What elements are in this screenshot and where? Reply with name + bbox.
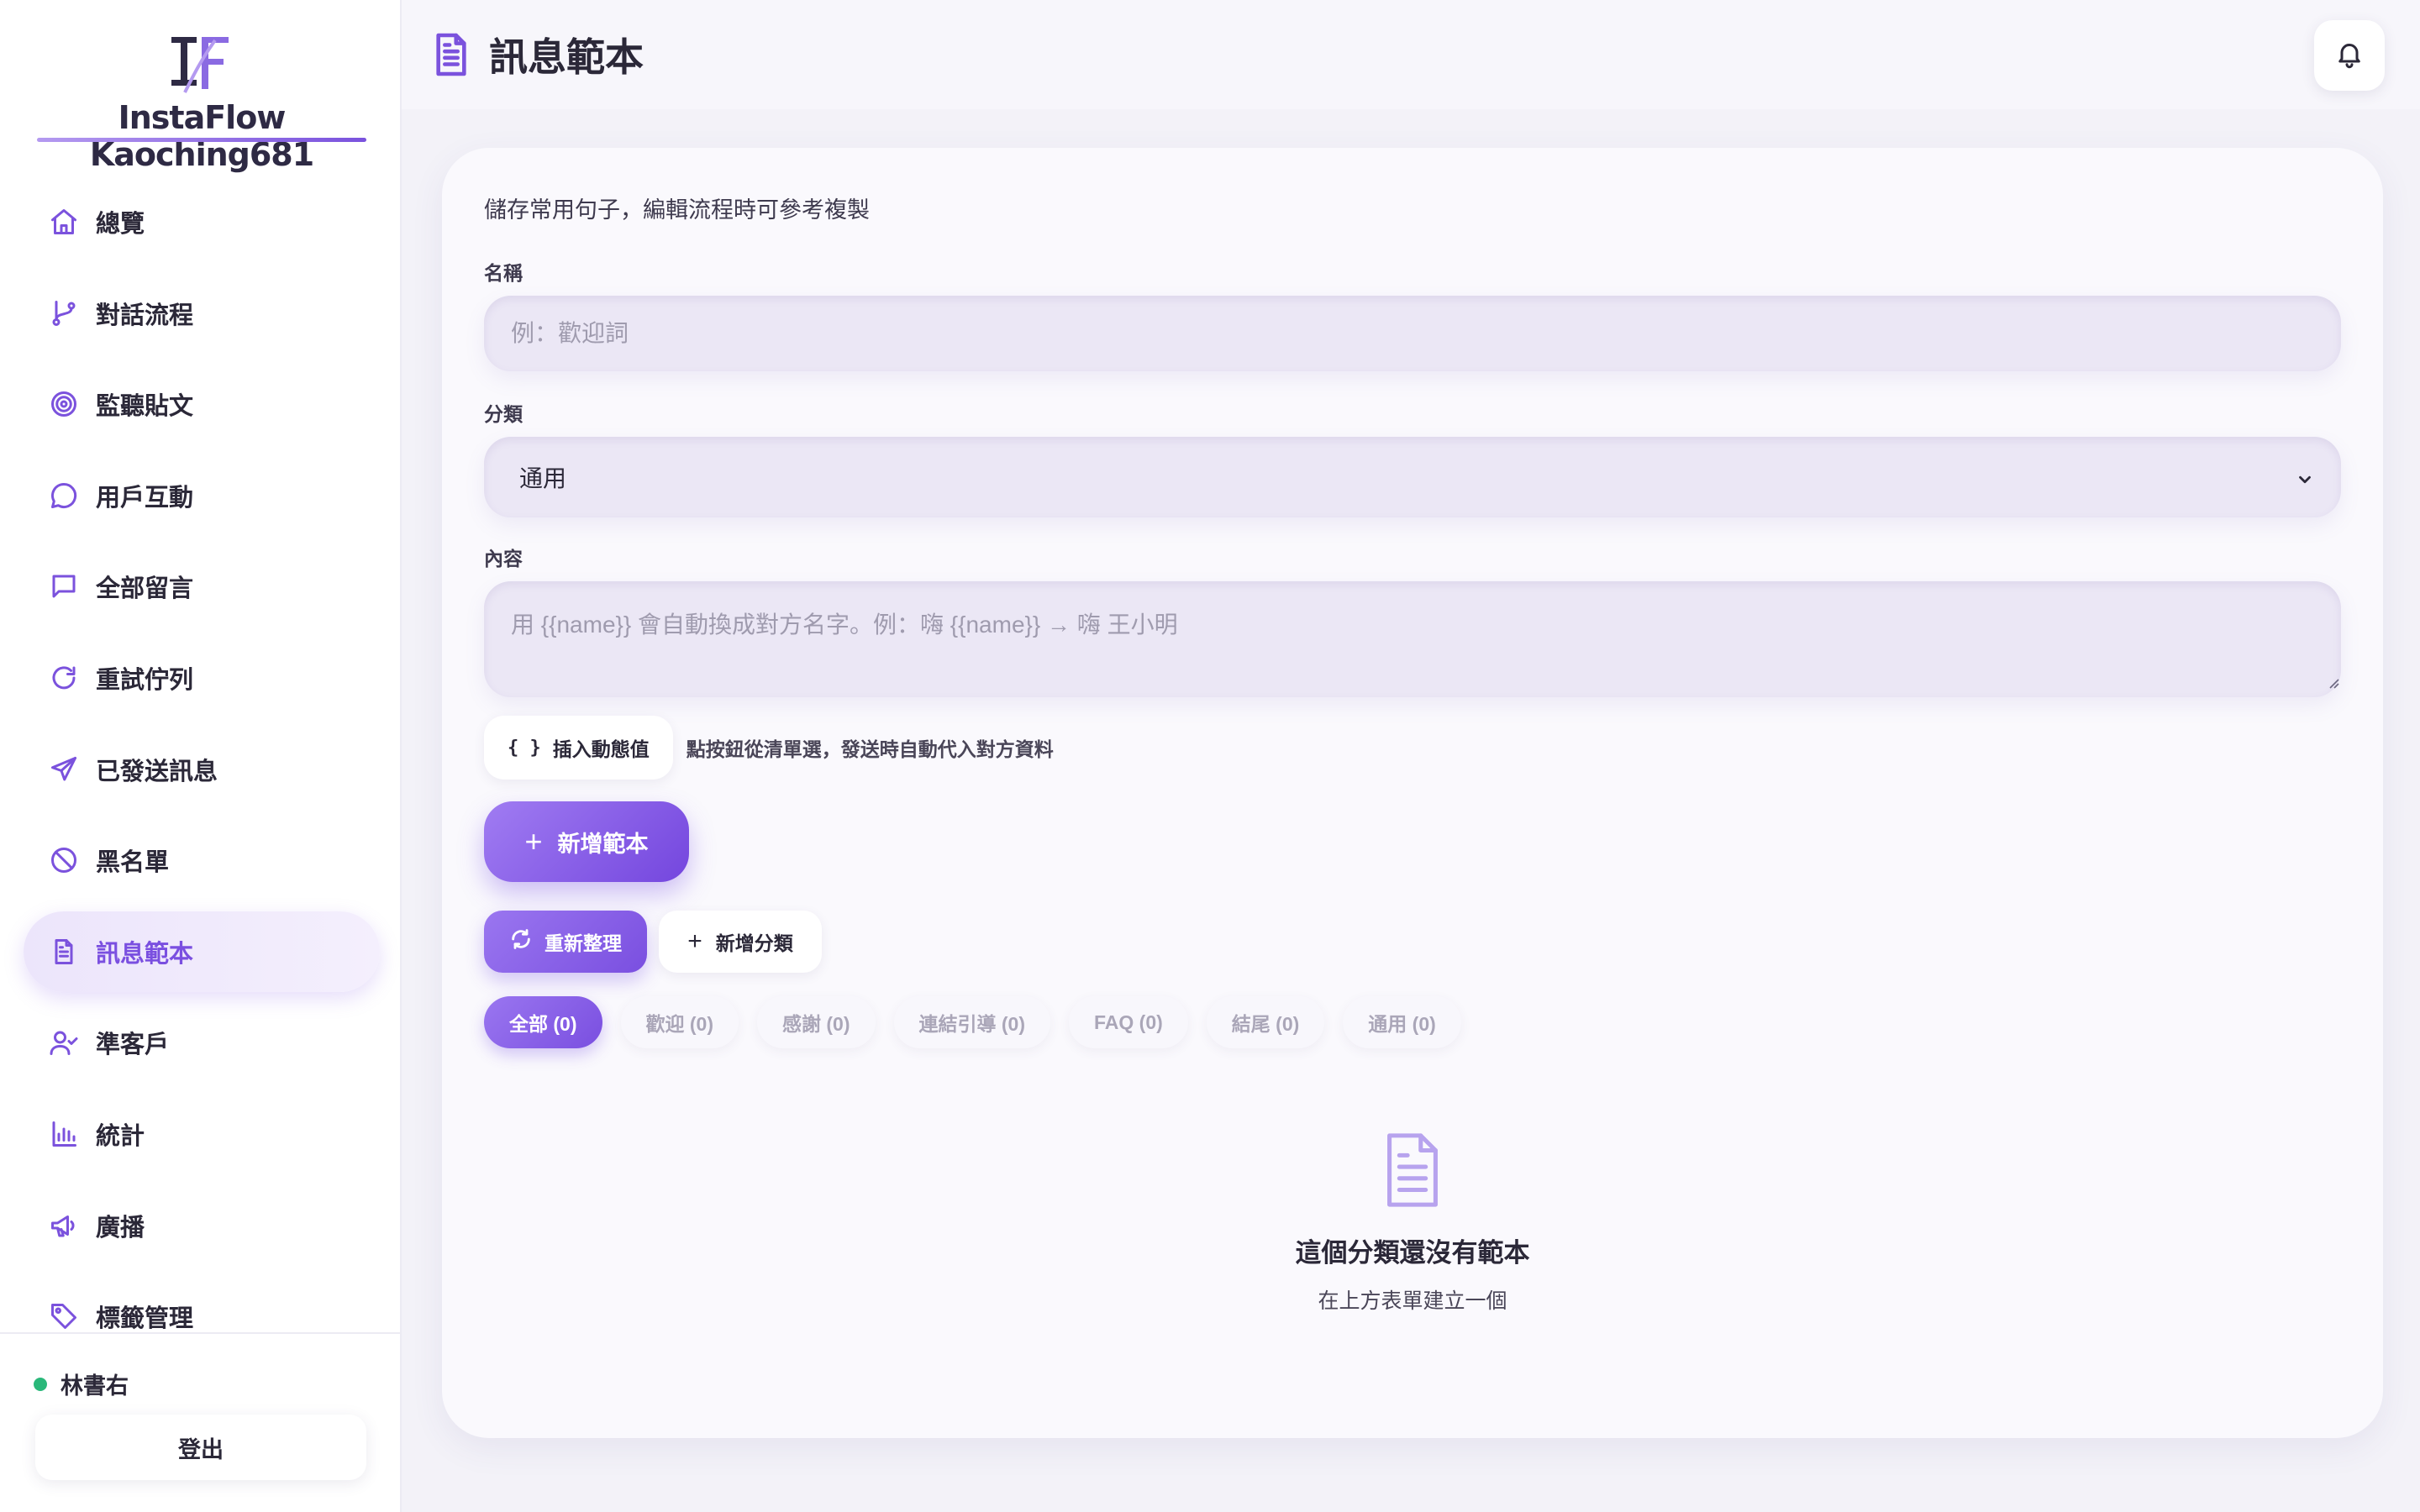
name-label: 名稱 (484, 262, 523, 284)
sidebar-item-label: 黑名單 (96, 848, 170, 877)
bell-icon (2334, 39, 2365, 73)
brand-logo[interactable]: InstaFlow Kaoching681 (34, 34, 370, 173)
content-label: 內容 (484, 548, 523, 570)
sidebar-footer: 林書右 登出 (0, 1332, 400, 1512)
category-selected-value: 通用 (519, 465, 567, 491)
empty-state: 這個分類還沒有範本 在上方表單建立一個 (442, 1131, 2383, 1315)
filter-chip-faq[interactable]: FAQ (0) (1069, 996, 1188, 1048)
git-branch-icon (49, 298, 79, 328)
filter-chip-closing[interactable]: 結尾 (0) (1206, 996, 1325, 1048)
sidebar-item-label: 訊息範本 (96, 938, 194, 968)
brand-name: InstaFlow Kaoching681 (89, 99, 314, 173)
insert-dynamic-row: { } 插入動態值 點按鈕從清單選，發送時自動代入對方資料 (484, 716, 1054, 780)
ban-icon (49, 845, 79, 875)
filter-chip-welcome[interactable]: 歡迎 (0) (620, 996, 739, 1048)
bar-chart-icon (49, 1119, 79, 1149)
content-textarea[interactable] (484, 581, 2341, 697)
sidebar-item-retry-queue[interactable]: 重試佇列 (24, 638, 380, 718)
notifications-button[interactable] (2314, 20, 2385, 91)
brand-mark-icon (168, 34, 232, 94)
sidebar-item-overview[interactable]: 總覽 (24, 181, 380, 262)
braces-icon: { } (508, 737, 541, 759)
add-template-label: 新增範本 (557, 831, 649, 857)
name-input[interactable] (484, 296, 2341, 371)
sidebar-item-label: 監聽貼文 (96, 391, 194, 421)
user-name: 林書右 (60, 1373, 129, 1399)
user-check-icon (49, 1027, 79, 1058)
send-icon (49, 754, 79, 785)
home-icon (49, 207, 79, 237)
sidebar-item-comments[interactable]: 全部留言 (24, 546, 380, 627)
insert-button-label: 插入動態值 (552, 738, 650, 760)
sidebar-item-label: 準客戶 (96, 1030, 170, 1059)
sidebar-item-label: 重試佇列 (96, 664, 194, 694)
category-label: 分類 (484, 403, 523, 425)
sidebar-item-flows[interactable]: 對話流程 (24, 273, 380, 354)
sidebar-item-monitor-posts[interactable]: 監聽貼文 (24, 364, 380, 444)
page-title: 訊息範本 (489, 34, 644, 80)
sidebar-item-label: 廣播 (96, 1212, 145, 1242)
sidebar-item-label: 對話流程 (96, 300, 194, 329)
insert-hint: 點按鈕從清單選，發送時自動代入對方資料 (686, 738, 1054, 760)
empty-state-subtitle: 在上方表單建立一個 (1318, 1289, 1507, 1313)
add-template-button[interactable]: + 新增範本 (484, 801, 689, 882)
intro-text: 儲存常用句子，編輯流程時可參考複製 (484, 197, 870, 223)
refresh-icon (49, 663, 79, 693)
refresh-label: 重新整理 (544, 932, 622, 954)
filter-chip-link-guide[interactable]: 連結引導 (0) (893, 996, 1050, 1048)
filter-chip-general[interactable]: 通用 (0) (1343, 996, 1461, 1048)
add-category-label: 新增分類 (715, 932, 793, 954)
sidebar-item-stats[interactable]: 統計 (24, 1094, 380, 1174)
template-card: 儲存常用句子，編輯流程時可參考複製 名稱 分類 通用 內容 { } 插入動態值 … (442, 148, 2383, 1438)
message-square-icon (49, 571, 79, 601)
megaphone-icon (49, 1210, 79, 1241)
sidebar-item-leads[interactable]: 準客戶 (24, 1002, 380, 1083)
chat-bubble-icon (49, 480, 79, 511)
brand-underline (37, 138, 366, 142)
sidebar-nav: 總覽 對話流程 監聽貼文 用戶互動 全部留言 重試佇列 已發送訊息 黑名單 訊息… (24, 181, 380, 1368)
plus-icon: + (524, 824, 543, 858)
resize-handle-icon[interactable] (2328, 677, 2339, 689)
target-icon (49, 389, 79, 419)
filter-chip-thanks[interactable]: 感謝 (0) (757, 996, 876, 1048)
chevron-down-icon (2296, 468, 2314, 486)
refresh-button[interactable]: 重新整理 (484, 911, 647, 973)
insert-dynamic-value-button[interactable]: { } 插入動態值 (484, 716, 673, 780)
add-category-button[interactable]: + 新增分類 (659, 911, 822, 973)
sidebar-item-blacklist[interactable]: 黑名單 (24, 820, 380, 900)
top-header: 訊息範本 (402, 0, 2420, 109)
category-select[interactable]: 通用 (484, 437, 2341, 517)
category-filter-tabs: 全部 (0) 歡迎 (0) 感謝 (0) 連結引導 (0) FAQ (0) 結尾… (484, 996, 1480, 1048)
sidebar: InstaFlow Kaoching681 總覽 對話流程 監聽貼文 用戶互動 … (0, 0, 402, 1512)
refresh-icon (509, 927, 544, 956)
sidebar-item-templates[interactable]: 訊息範本 (24, 911, 380, 992)
online-status-dot (34, 1377, 47, 1391)
sidebar-item-label: 標籤管理 (96, 1304, 194, 1333)
sidebar-item-label: 全部留言 (96, 574, 194, 603)
user-info: 林書右 (34, 1368, 129, 1400)
sidebar-item-label: 總覽 (96, 209, 145, 238)
filter-chip-all[interactable]: 全部 (0) (484, 996, 602, 1048)
file-text-icon (49, 937, 79, 967)
sidebar-item-label: 用戶互動 (96, 482, 194, 512)
plus-icon: + (687, 927, 702, 955)
sidebar-item-sent[interactable]: 已發送訊息 (24, 729, 380, 810)
sidebar-item-label: 統計 (96, 1121, 145, 1150)
sidebar-item-interactions[interactable]: 用戶互動 (24, 455, 380, 536)
logout-button[interactable]: 登出 (35, 1415, 366, 1480)
file-text-icon (432, 32, 471, 77)
empty-state-title: 這個分類還沒有範本 (1295, 1238, 1530, 1268)
tag-icon (49, 1301, 79, 1331)
sidebar-item-broadcast[interactable]: 廣播 (24, 1185, 380, 1266)
sidebar-item-label: 已發送訊息 (96, 756, 218, 785)
file-text-icon (1379, 1131, 1446, 1210)
